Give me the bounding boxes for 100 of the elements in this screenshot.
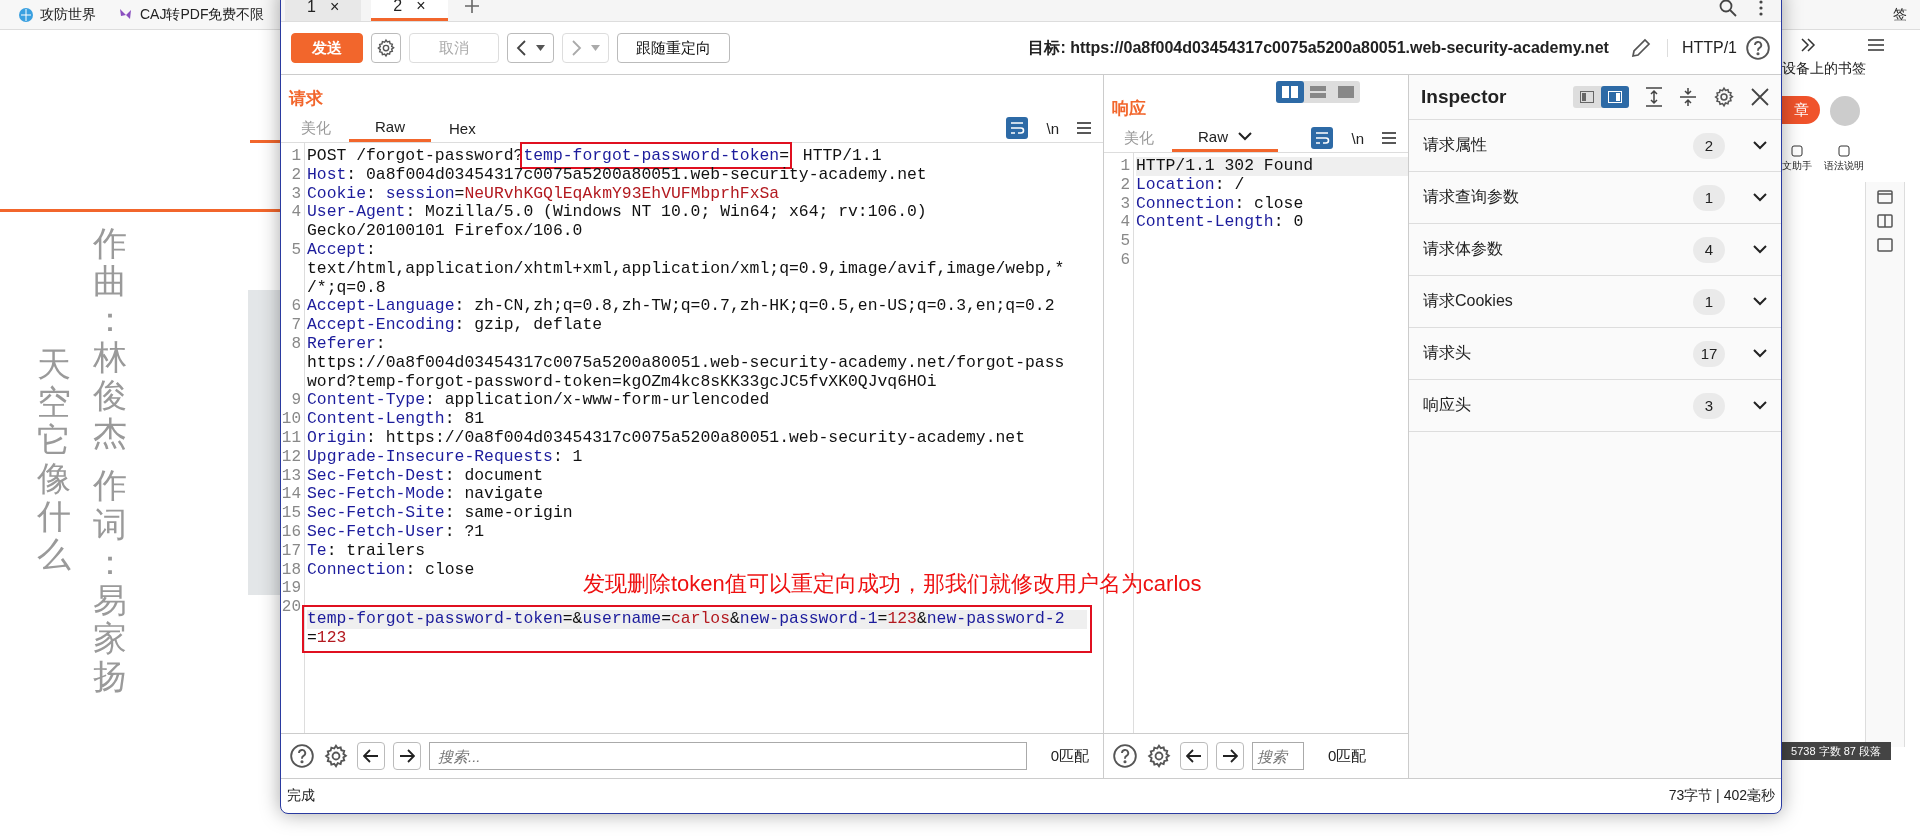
add-tab-icon[interactable]: [463, 0, 480, 14]
help-icon[interactable]: [289, 743, 315, 769]
tool-label[interactable]: 文助手: [1782, 159, 1812, 173]
line-number: 4: [1119, 213, 1130, 233]
back-button[interactable]: [507, 33, 554, 63]
pane-title: 请求: [287, 88, 324, 110]
wrap-lines-icon[interactable]: [1006, 117, 1029, 139]
chevron-down-icon[interactable]: [1753, 245, 1767, 254]
more-icon[interactable]: [1759, 0, 1763, 16]
chevron-down-icon[interactable]: [1753, 297, 1767, 306]
menu-icon[interactable]: [1077, 122, 1091, 134]
tool-icon[interactable]: [1838, 145, 1850, 157]
request-tab[interactable]: 2 ×: [371, 0, 448, 21]
line-number: 7: [290, 316, 301, 335]
line-number: 3: [290, 184, 301, 204]
dropdown-icon: [591, 45, 600, 51]
line-number: 9: [290, 391, 301, 411]
inspector-section[interactable]: 请求查询参数 1: [1409, 172, 1781, 224]
request-tab[interactable]: 1 ×: [285, 0, 362, 21]
wrap-lines-icon[interactable]: [1311, 127, 1334, 149]
inspector-section[interactable]: 请求体参数 4: [1409, 224, 1781, 276]
line-number: 12: [281, 447, 301, 467]
settings-icon[interactable]: [1713, 86, 1735, 108]
layout-toggle[interactable]: [1601, 86, 1629, 108]
chevron-down-icon[interactable]: [1753, 193, 1767, 202]
lyrics-text: 作词：易家扬: [92, 465, 128, 697]
line-number: 2: [290, 165, 301, 185]
annotation-text: 发现删除token值可以重定向成功，那我们就修改用户名为carlos: [583, 570, 1202, 598]
inspector-section[interactable]: 请求属性 2: [1409, 120, 1781, 172]
code-line: https://0a8f004d03454317c0075a5200a80051.web-security-academy.net/forgot-pass: [307, 353, 1066, 373]
chevron-down-icon[interactable]: [1753, 349, 1767, 358]
tool-icon[interactable]: [1791, 145, 1803, 157]
editor-tab[interactable]: Raw: [1172, 124, 1278, 152]
editor-tab[interactable]: Hex: [431, 114, 494, 142]
inspector-section[interactable]: 请求头 17: [1409, 328, 1781, 380]
tool-label[interactable]: 语法说明: [1824, 159, 1864, 173]
code-line: Content-Type: application/x-www-form-urlencoded: [307, 391, 771, 411]
action-button[interactable]: 章: [1782, 96, 1820, 124]
caret-icon[interactable]: [1238, 132, 1252, 141]
follow-redirect-button[interactable]: 跟随重定向: [617, 33, 730, 63]
lyrics-text: 作曲：林俊杰: [92, 223, 128, 455]
panel-icon[interactable]: [1877, 190, 1893, 204]
newline-toggle[interactable]: \n: [1351, 129, 1364, 147]
search-field[interactable]: 搜索...: [429, 742, 1027, 770]
protocol-label[interactable]: HTTP/1: [1666, 39, 1737, 57]
arrow-right-icon: [1222, 749, 1238, 763]
close-icon[interactable]: [1751, 88, 1769, 106]
line-number: 5: [290, 241, 301, 260]
previous-button[interactable]: [1180, 742, 1208, 770]
double-chevron-icon[interactable]: [1800, 38, 1816, 52]
settings-icon[interactable]: [323, 743, 349, 769]
help-icon[interactable]: [1112, 743, 1138, 769]
next-button[interactable]: [393, 742, 421, 770]
line-number: 1: [290, 147, 301, 166]
bookmark-text[interactable]: 签: [1893, 6, 1907, 24]
code-line: Connection: close: [1136, 194, 1305, 214]
bookmark-link[interactable]: 攻防世界: [40, 5, 96, 24]
settings-icon[interactable]: [1146, 743, 1172, 769]
line-number: 8: [290, 334, 301, 354]
layout-toggle[interactable]: [1276, 81, 1304, 103]
menu-icon[interactable]: [1382, 132, 1396, 144]
line-number: 10: [281, 410, 301, 429]
arrow-left-icon: [363, 749, 379, 763]
next-button[interactable]: [1216, 742, 1244, 770]
bookmark-folder[interactable]: 设备上的书签: [1782, 60, 1866, 78]
line-number: 18: [281, 560, 301, 580]
chevron-left-icon: [516, 40, 528, 56]
code-line: Te: trailers: [307, 541, 427, 561]
line-number: 4: [290, 203, 301, 223]
help-icon[interactable]: [1745, 35, 1771, 61]
expand-icon[interactable]: [1645, 87, 1663, 107]
code-line: Referer:: [307, 334, 387, 354]
arrow-left-icon: [1186, 749, 1202, 763]
layout-icon: [1338, 86, 1354, 98]
code-line: Location: /: [1136, 175, 1246, 195]
previous-button[interactable]: [357, 742, 385, 770]
chevron-down-icon[interactable]: [1753, 401, 1767, 410]
search-icon[interactable]: [1719, 0, 1737, 17]
line-number: 2: [1119, 175, 1130, 195]
editor-tab[interactable]: Raw: [349, 114, 431, 142]
newline-toggle[interactable]: \n: [1046, 119, 1059, 137]
code-line: Accept-Language: zh-CN,zh;q=0.8,zh-TW;q=0.7,zh-HK;q=0.5,en-US;q=0.3,en;q=0.2: [307, 297, 1056, 317]
columns-icon[interactable]: [1877, 214, 1893, 228]
search-field[interactable]: 搜索: [1252, 742, 1304, 770]
code-line: =123: [307, 628, 348, 648]
menu-icon[interactable]: [1868, 39, 1884, 51]
code-line: Content-Length: 81: [307, 410, 486, 429]
code-line: Sec-Fetch-Site: same-origin: [307, 504, 574, 523]
chevron-right-icon: [571, 40, 583, 56]
collapse-icon[interactable]: [1679, 87, 1697, 107]
inspector-section[interactable]: 请求Cookies 1: [1409, 276, 1781, 328]
inspector-section[interactable]: 响应头 3: [1409, 380, 1781, 432]
line-number: 6: [1119, 251, 1130, 270]
match-count: 0匹配: [1050, 746, 1089, 766]
lyrics-text: 天空它像什么: [36, 344, 72, 576]
target-url: 目标: https://0a8f004d03454317c0075a5200a80051.web-security-academy.net: [1028, 37, 1609, 58]
chevron-down-icon[interactable]: [1753, 141, 1767, 150]
code-line: User-Agent: Mozilla/5.0 (Windows NT 10.0; Win64; x64; rv:106.0): [307, 203, 928, 223]
line-number: 3: [1119, 194, 1130, 214]
bookmark-link[interactable]: CAJ转PDF免费不限: [140, 5, 265, 24]
